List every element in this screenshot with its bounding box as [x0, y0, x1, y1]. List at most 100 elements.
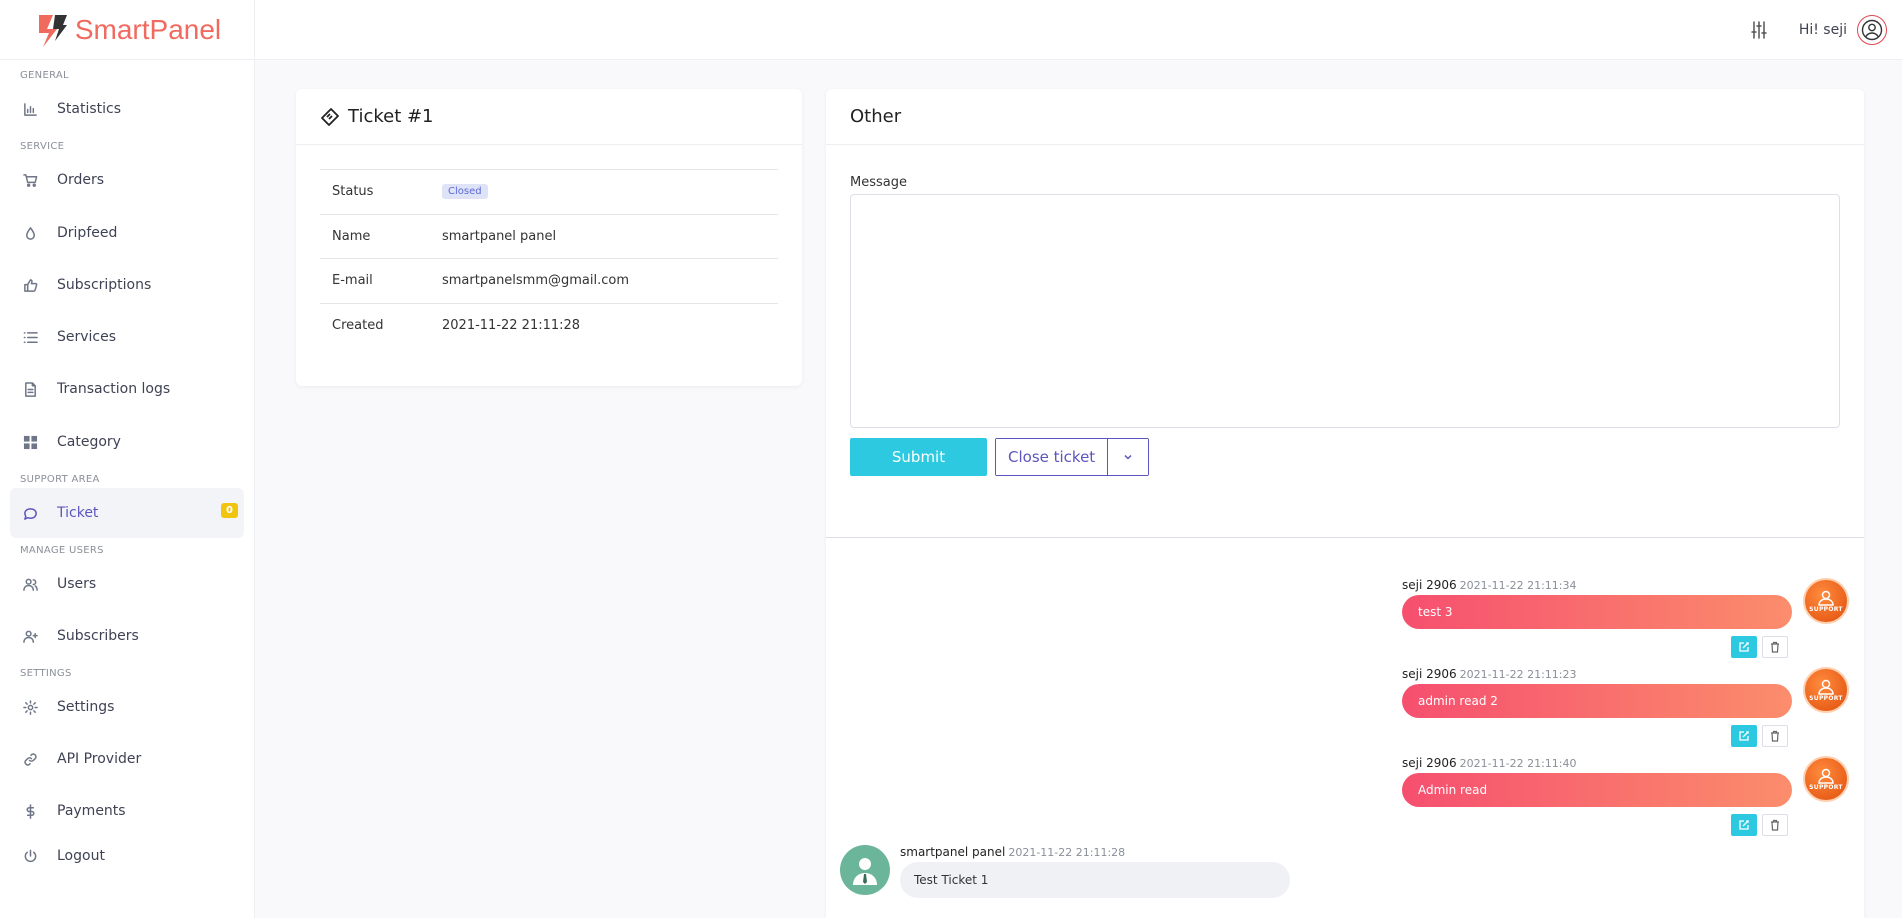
message-meta: seji 2906 2021-11-22 21:11:23 [1402, 667, 1792, 681]
message-bubble: Admin read [1402, 773, 1792, 807]
brand-logo[interactable]: SmartPanel [0, 0, 254, 60]
sidebar-item-label: Users [57, 576, 97, 592]
sidebar-item-label: Logout [57, 848, 105, 864]
close-ticket-dropdown-toggle[interactable] [1108, 439, 1149, 475]
sidebar-item-ticket[interactable]: Ticket 0 [10, 488, 244, 538]
sidebar-item-orders[interactable]: Orders [10, 155, 244, 205]
user-plus-icon [20, 626, 40, 646]
message-actions [1731, 814, 1788, 836]
sidebar-item-label: Dripfeed [57, 225, 118, 241]
ticket-info-row-email: E-mail smartpanelsmm@gmail.com [320, 259, 778, 304]
nav-section-service: SERVICE [20, 141, 65, 152]
ticket-card-header: Ticket #1 [296, 89, 802, 145]
delete-message-button[interactable] [1762, 636, 1788, 658]
status-badge: Closed [442, 184, 488, 200]
message-item: seji 2906 2021-11-22 21:11:40 Admin read [1402, 756, 1792, 807]
sidebar-item-label: Statistics [57, 101, 121, 117]
support-person-icon [1818, 768, 1834, 784]
message-item: seji 2906 2021-11-22 21:11:34 test 3 [1402, 578, 1792, 629]
info-label: E-mail [332, 273, 373, 289]
edit-message-button[interactable] [1731, 725, 1757, 747]
message-author: seji 2906 [1402, 756, 1457, 770]
message-textarea[interactable] [850, 194, 1840, 428]
sidebar-item-label: Settings [57, 699, 115, 715]
message-bubble: Test Ticket 1 [900, 862, 1290, 898]
nav-section-general: GENERAL [20, 70, 69, 81]
delete-message-button[interactable] [1762, 725, 1788, 747]
sidebar-item-transaction-logs[interactable]: Transaction logs [10, 364, 244, 414]
support-person-icon [1818, 679, 1834, 695]
sidebar-item-statistics[interactable]: Statistics [10, 84, 244, 134]
close-ticket-button-group: Close ticket [995, 438, 1150, 476]
trash-icon [1771, 819, 1779, 831]
sidebar-item-settings[interactable]: Settings [10, 682, 244, 732]
sidebar-item-api-provider[interactable]: API Provider [10, 734, 244, 784]
power-icon [20, 846, 40, 866]
support-label: SUPPORT [1809, 694, 1843, 702]
sidebar-item-logout[interactable]: Logout [10, 836, 244, 876]
support-person-icon [1818, 590, 1834, 606]
user-avatar[interactable] [1857, 15, 1887, 45]
support-label: SUPPORT [1809, 605, 1843, 613]
sidebar-item-label: Category [57, 434, 121, 450]
info-label: Status [332, 184, 374, 200]
sidebar-item-subscribers[interactable]: Subscribers [10, 611, 244, 661]
sidebar-item-dripfeed[interactable]: Dripfeed [10, 208, 244, 258]
bar-chart-icon [20, 99, 40, 119]
info-label: Name [332, 228, 371, 244]
ticket-info-row-name: Name smartpanel panel [320, 215, 778, 259]
sliders-icon[interactable] [1749, 20, 1769, 40]
message-author: seji 2906 [1402, 667, 1457, 681]
grid-icon [20, 432, 40, 452]
close-ticket-button[interactable]: Close ticket [996, 439, 1109, 475]
nav-section-manage-users: MANAGE USERS [20, 545, 104, 556]
ticket-info-table: Status Closed Name smartpanel panel E-ma… [320, 169, 778, 348]
topbar-tools: Hi! seji [1749, 15, 1887, 45]
reply-divider [826, 537, 1864, 538]
edit-message-button[interactable] [1731, 814, 1757, 836]
message-actions [1731, 636, 1788, 658]
user-circle-icon [1861, 19, 1883, 41]
cart-icon [20, 170, 40, 190]
sidebar-item-label: Ticket [57, 505, 99, 521]
reply-card-title: Other [850, 106, 902, 127]
customer-person-icon [853, 858, 877, 885]
sidebar-item-services[interactable]: Services [10, 312, 244, 362]
edit-message-button[interactable] [1731, 636, 1757, 658]
sidebar-item-users[interactable]: Users [10, 559, 244, 609]
delete-message-button[interactable] [1762, 814, 1788, 836]
message-author: seji 2906 [1402, 578, 1457, 592]
user-greeting[interactable]: Hi! seji [1799, 22, 1847, 38]
message-label: Message [850, 175, 907, 190]
sidebar-item-label: Orders [57, 172, 105, 188]
sidebar-item-label: Subscribers [57, 628, 139, 644]
message-time: 2021-11-22 21:11:23 [1459, 668, 1577, 681]
sidebar-item-label: Transaction logs [57, 381, 171, 397]
droplet-icon [20, 223, 40, 243]
ticket-info-card: Ticket #1 Status Closed Name smartpanel … [296, 89, 802, 386]
edit-icon [1739, 642, 1749, 652]
customer-avatar [840, 845, 890, 895]
reply-card-header: Other [826, 89, 1864, 145]
support-avatar: SUPPORT [1803, 578, 1849, 624]
support-label: SUPPORT [1809, 783, 1843, 791]
sidebar-item-label: API Provider [57, 751, 142, 767]
thumbs-up-icon [20, 275, 40, 295]
trash-icon [1771, 641, 1779, 653]
chat-icon [20, 503, 40, 523]
sidebar-item-subscriptions[interactable]: Subscriptions [10, 260, 244, 310]
gear-icon [20, 697, 40, 717]
support-avatar: SUPPORT [1803, 667, 1849, 713]
ticket-info-row-status: Status Closed [320, 170, 778, 215]
sidebar-item-payments[interactable]: Payments [10, 786, 244, 836]
sidebar-item-label: Services [57, 329, 117, 345]
brand-name: SmartPanel [74, 13, 222, 45]
submit-button[interactable]: Submit [850, 438, 987, 476]
edit-icon [1739, 731, 1749, 741]
message-meta: seji 2906 2021-11-22 21:11:34 [1402, 578, 1792, 592]
info-value: smartpanel panel [442, 228, 557, 244]
message-author: smartpanel panel [900, 845, 1006, 859]
ticket-title: Ticket #1 [348, 106, 434, 127]
sidebar-item-category[interactable]: Category [10, 417, 244, 467]
message-item: seji 2906 2021-11-22 21:11:23 admin read … [1402, 667, 1792, 718]
